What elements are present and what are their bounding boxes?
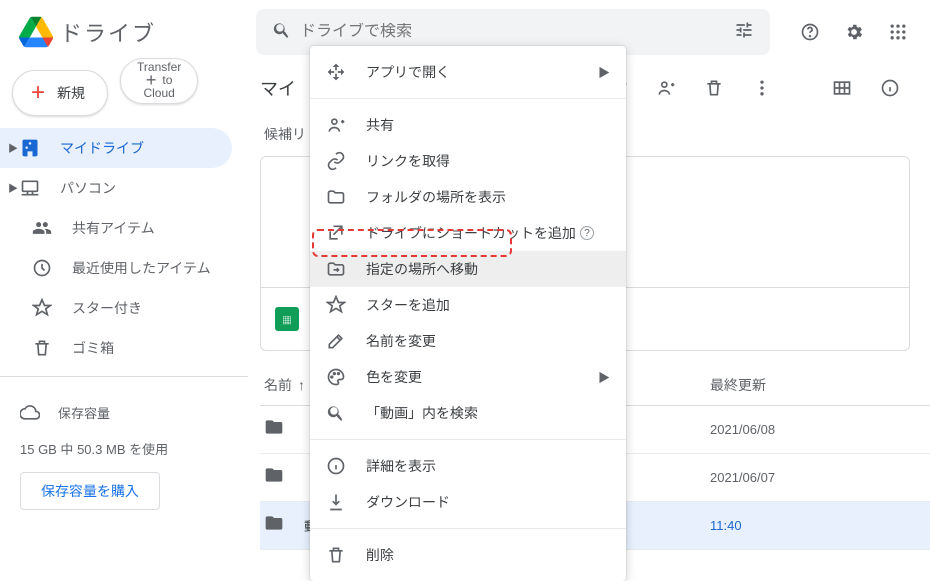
move-to-icon (326, 259, 350, 279)
computers-icon (20, 178, 44, 198)
trash-icon (326, 545, 350, 565)
star-icon (32, 298, 56, 318)
menu-search-within[interactable]: 「動画」内を検索 (310, 395, 626, 431)
recent-icon (32, 258, 56, 278)
menu-get-link[interactable]: リンクを取得 (310, 143, 626, 179)
plus-icon: + (146, 75, 157, 86)
nav-starred[interactable]: スター付き (0, 288, 232, 328)
folder-outline-icon (326, 187, 350, 207)
add-shortcut-icon (326, 223, 350, 243)
search-icon[interactable] (264, 12, 300, 53)
sidebar-nav: ▶ マイドライブ ▶ パソコン 共有アイテム 最近使用したアイテム スター付き (0, 128, 248, 368)
sidebar: + 新規 Transfer +to Cloud ▶ マイドライブ ▶ パソコン (0, 64, 248, 559)
product-name: ドライブ (60, 16, 156, 48)
support-icon[interactable] (790, 12, 830, 52)
menu-remove[interactable]: 削除 (310, 537, 626, 573)
transfer-to-cloud-button[interactable]: Transfer +to Cloud (120, 58, 198, 104)
menu-share[interactable]: 共有 (310, 107, 626, 143)
sort-arrow-icon: ↑ (298, 377, 305, 393)
new-button[interactable]: + 新規 (12, 70, 108, 116)
plus-icon: + (31, 86, 45, 100)
help-icon[interactable]: ? (580, 226, 594, 240)
remove-icon[interactable] (694, 68, 734, 108)
storage-used-text: 15 GB 中 50.3 MB を使用 (20, 439, 228, 458)
view-details-icon[interactable] (870, 68, 910, 108)
submenu-arrow-icon: ▶ (598, 369, 610, 386)
search-icon (326, 403, 350, 423)
menu-add-shortcut[interactable]: ドライブにショートカットを追加 ? (310, 215, 626, 251)
apps-grid-icon[interactable] (878, 12, 918, 52)
logo-area[interactable]: ドライブ (8, 12, 256, 52)
download-icon (326, 492, 350, 512)
menu-rename[interactable]: 名前を変更 (310, 323, 626, 359)
menu-change-color[interactable]: 色を変更 ▶ (310, 359, 626, 395)
nav-shared[interactable]: 共有アイテム (0, 208, 232, 248)
item-action-bar (598, 68, 910, 108)
trash-icon (32, 338, 56, 358)
palette-icon (326, 367, 350, 387)
storage-section: 保存容量 15 GB 中 50.3 MB を使用 保存容量を購入 (0, 385, 248, 518)
menu-details[interactable]: 詳細を表示 (310, 448, 626, 484)
search-input[interactable] (300, 23, 726, 41)
context-menu: アプリで開く ▶ 共有 リンクを取得 フォルダの場所を表示 ドライブにショートカ… (310, 46, 626, 581)
nav-recent[interactable]: 最近使用したアイテム (0, 248, 232, 288)
search-options-icon[interactable] (726, 12, 762, 53)
buy-storage-button[interactable]: 保存容量を購入 (20, 472, 160, 510)
link-icon (326, 151, 350, 171)
rename-icon (326, 331, 350, 351)
submenu-arrow-icon: ▶ (598, 64, 610, 81)
nav-storage[interactable]: 保存容量 (20, 393, 228, 433)
view-grid-icon[interactable] (822, 68, 862, 108)
header-actions (790, 12, 922, 52)
nav-my-drive[interactable]: ▶ マイドライブ (0, 128, 232, 168)
settings-icon[interactable] (834, 12, 874, 52)
folder-icon (264, 417, 288, 442)
menu-open-with[interactable]: アプリで開く ▶ (310, 54, 626, 90)
my-drive-icon (20, 138, 44, 158)
col-date[interactable]: 最終更新 (710, 375, 910, 395)
share-icon[interactable] (646, 68, 686, 108)
folder-icon (264, 465, 288, 490)
folder-icon (264, 513, 288, 538)
star-icon (326, 295, 350, 315)
menu-move-to[interactable]: 指定の場所へ移動 (310, 251, 626, 287)
sheets-icon: ▦ (275, 307, 299, 331)
menu-download[interactable]: ダウンロード (310, 484, 626, 520)
share-icon (326, 115, 350, 135)
drive-logo-icon (16, 12, 56, 52)
nav-computers[interactable]: ▶ パソコン (0, 168, 232, 208)
expand-icon[interactable]: ▶ (8, 140, 20, 155)
open-with-icon (326, 62, 350, 82)
expand-icon[interactable]: ▶ (8, 180, 20, 195)
more-actions-icon[interactable] (742, 68, 782, 108)
shared-icon (32, 218, 56, 238)
info-icon (326, 456, 350, 476)
menu-show-location[interactable]: フォルダの場所を表示 (310, 179, 626, 215)
new-button-label: 新規 (57, 83, 85, 103)
menu-add-star[interactable]: スターを追加 (310, 287, 626, 323)
nav-trash[interactable]: ゴミ箱 (0, 328, 232, 368)
